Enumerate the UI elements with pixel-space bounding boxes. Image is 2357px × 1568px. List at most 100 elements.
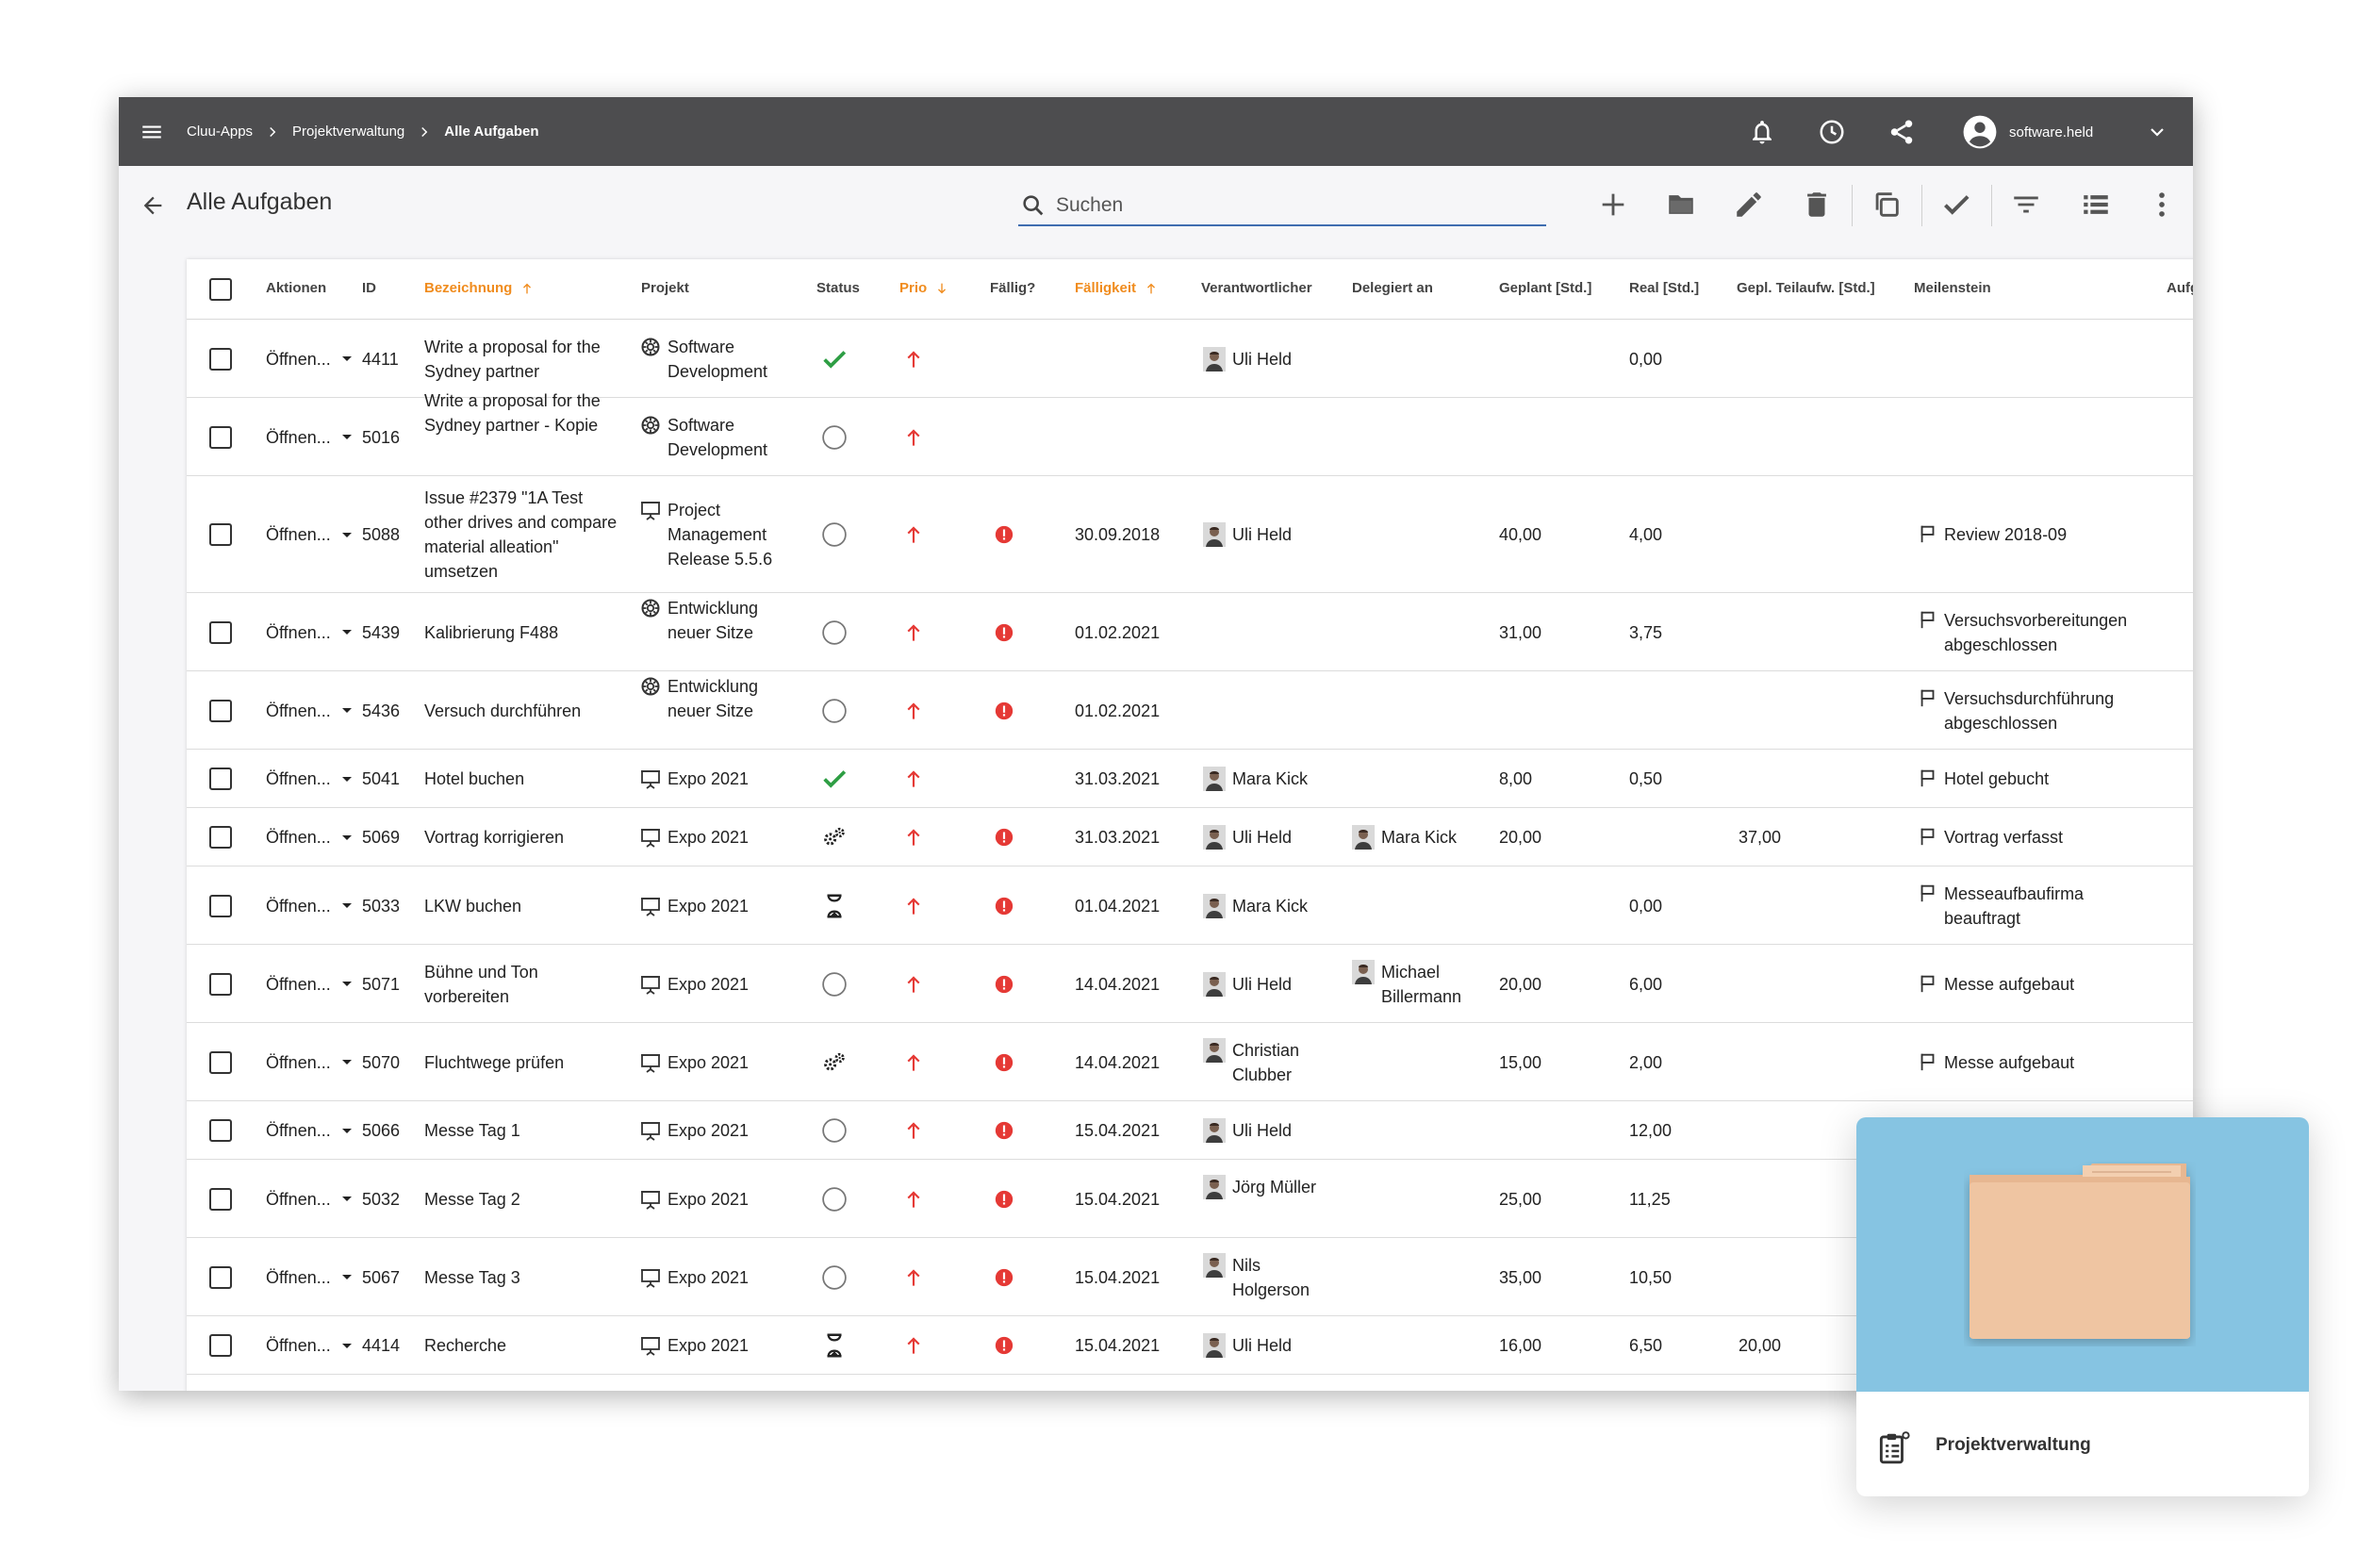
task-name[interactable]: Messe Tag 1: [424, 1118, 622, 1143]
milestone[interactable]: Review 2018-09: [1918, 522, 2163, 547]
project-cell[interactable]: Expo 2021: [639, 894, 790, 918]
column-header-aktionen[interactable]: Aktionen: [266, 280, 326, 296]
row-actions-dropdown[interactable]: Öffnen...: [266, 1118, 352, 1143]
column-header-verantwortlicher[interactable]: Verantwortlicher: [1201, 280, 1312, 296]
clock-icon[interactable]: [1818, 118, 1846, 146]
row-actions-dropdown[interactable]: Öffnen...: [266, 347, 352, 371]
table-row[interactable]: Öffnen... 5439 Kalibrierung F488 Entwicklun…: [187, 593, 2193, 671]
task-name[interactable]: LKW buchen: [424, 894, 622, 918]
column-header-projekt[interactable]: Projekt: [641, 280, 689, 296]
column-header-faellig[interactable]: Fällig?: [990, 280, 1035, 296]
row-checkbox[interactable]: [209, 767, 232, 790]
project-cell[interactable]: Expo 2021: [639, 1118, 790, 1143]
project-cell[interactable]: Expo 2021: [639, 825, 790, 850]
chevron-down-icon[interactable]: [2146, 121, 2168, 143]
responsible-person[interactable]: Uli Held: [1203, 1333, 1344, 1358]
row-actions-dropdown[interactable]: Öffnen...: [266, 894, 352, 918]
breadcrumb-item-projektverwaltung[interactable]: Projektverwaltung: [292, 124, 404, 140]
column-header-geplant[interactable]: Geplant [Std.]: [1499, 280, 1591, 296]
row-checkbox[interactable]: [209, 826, 232, 849]
row-actions-dropdown[interactable]: Öffnen...: [266, 522, 352, 547]
project-cell[interactable]: Expo 2021: [639, 1050, 790, 1075]
row-actions-dropdown[interactable]: Öffnen...: [266, 1265, 352, 1290]
row-checkbox[interactable]: [209, 347, 232, 371]
project-cell[interactable]: Entwicklung neuer Sitze: [639, 596, 790, 645]
row-checkbox[interactable]: [209, 699, 232, 722]
edit-icon[interactable]: [1733, 189, 1765, 221]
add-icon[interactable]: [1597, 189, 1629, 221]
table-row[interactable]: Öffnen... 4411 Write a proposal for the Sy…: [187, 320, 2193, 398]
table-row[interactable]: Öffnen... 5436 Versuch durchführen Entwickl…: [187, 671, 2193, 750]
table-row[interactable]: Öffnen... 5071 Bühne und Ton vorbereiten Ex…: [187, 945, 2193, 1023]
menu-icon[interactable]: [140, 120, 164, 144]
milestone[interactable]: Versuchsvorbereitungen abgeschlossen: [1918, 608, 2163, 657]
row-actions-dropdown[interactable]: Öffnen...: [266, 1333, 352, 1358]
share-icon[interactable]: [1887, 118, 1916, 146]
row-checkbox[interactable]: [209, 425, 232, 449]
responsible-person[interactable]: Uli Held: [1203, 346, 1344, 371]
project-cell[interactable]: Expo 2021: [639, 767, 790, 791]
project-cell[interactable]: Expo 2021: [639, 1187, 790, 1212]
app-card-projektverwaltung[interactable]: Projektverwaltung: [1856, 1117, 2309, 1496]
column-header-meilenstein[interactable]: Meilenstein: [1914, 280, 1991, 296]
responsible-person[interactable]: Mara Kick: [1203, 767, 1344, 791]
column-header-status[interactable]: Status: [816, 280, 860, 296]
milestone[interactable]: Messe aufgebaut: [1918, 972, 2163, 997]
copy-icon[interactable]: [1871, 189, 1903, 221]
responsible-person[interactable]: Jörg Müller: [1203, 1174, 1344, 1199]
column-header-prio[interactable]: Prio: [899, 280, 949, 296]
column-header-faelligkeit[interactable]: Fälligkeit: [1075, 280, 1159, 296]
project-cell[interactable]: Expo 2021: [639, 1265, 790, 1290]
row-checkbox[interactable]: [209, 620, 232, 644]
responsible-person[interactable]: Uli Held: [1203, 1118, 1344, 1143]
row-actions-dropdown[interactable]: Öffnen...: [266, 767, 352, 791]
row-actions-dropdown[interactable]: Öffnen...: [266, 699, 352, 723]
bell-icon[interactable]: [1748, 118, 1776, 146]
row-checkbox[interactable]: [209, 1187, 232, 1211]
task-name[interactable]: Vortrag korrigieren: [424, 825, 622, 850]
column-header-aufgabe[interactable]: Aufg: [2167, 280, 2193, 296]
project-cell[interactable]: Software Development: [639, 413, 790, 462]
row-checkbox[interactable]: [209, 1119, 232, 1142]
row-checkbox[interactable]: [209, 1050, 232, 1074]
column-header-delegiert-an[interactable]: Delegiert an: [1352, 280, 1433, 296]
more-vert-icon[interactable]: [2146, 189, 2178, 221]
project-cell[interactable]: Project Management Release 5.5.6: [639, 498, 790, 571]
row-actions-dropdown[interactable]: Öffnen...: [266, 620, 352, 645]
responsible-person[interactable]: Uli Held: [1203, 825, 1344, 850]
back-arrow-icon[interactable]: [140, 192, 166, 219]
row-actions-dropdown[interactable]: Öffnen...: [266, 425, 352, 450]
table-row[interactable]: Öffnen... 5069 Vortrag korrigieren Expo 202…: [187, 808, 2193, 867]
responsible-person[interactable]: Nils Holgerson: [1203, 1252, 1344, 1302]
row-checkbox[interactable]: [209, 894, 232, 917]
project-cell[interactable]: Expo 2021: [639, 972, 790, 997]
responsible-person[interactable]: Mara Kick: [1203, 893, 1344, 918]
breadcrumb-item-cluu-apps[interactable]: Cluu-Apps: [187, 124, 253, 140]
row-checkbox[interactable]: [209, 972, 232, 996]
table-row[interactable]: Öffnen... 5070 Fluchtwege prüfen Expo 2021 1…: [187, 1023, 2193, 1101]
table-row[interactable]: Öffnen... 5016 Write a proposal for the Sy…: [187, 391, 2193, 476]
task-name[interactable]: Kalibrierung F488: [424, 620, 622, 645]
row-actions-dropdown[interactable]: Öffnen...: [266, 825, 352, 850]
milestone[interactable]: Hotel gebucht: [1918, 767, 2163, 791]
delegated-person[interactable]: Mara Kick: [1352, 825, 1493, 850]
row-checkbox[interactable]: [209, 1265, 232, 1289]
milestone[interactable]: Vortrag verfasst: [1918, 825, 2163, 850]
responsible-person[interactable]: Uli Held: [1203, 522, 1344, 547]
project-cell[interactable]: Entwicklung neuer Sitze: [639, 674, 790, 723]
responsible-person[interactable]: Christian Clubber: [1203, 1037, 1344, 1087]
task-name[interactable]: Messe Tag 3: [424, 1265, 622, 1290]
task-name[interactable]: Fluchtwege prüfen: [424, 1050, 622, 1075]
task-name[interactable]: Write a proposal for the Sydney partner …: [424, 388, 622, 437]
column-header-bezeichnung[interactable]: Bezeichnung: [424, 280, 535, 296]
task-name[interactable]: Hotel buchen: [424, 767, 622, 791]
project-cell[interactable]: Expo 2021: [639, 1333, 790, 1358]
select-all-checkbox[interactable]: [209, 278, 232, 301]
list-view-icon[interactable]: [2080, 189, 2112, 221]
user-menu[interactable]: software.held: [1962, 111, 2168, 153]
table-row[interactable]: Öffnen... 5088 Issue #2379 "1A Test other …: [187, 476, 2193, 593]
filter-icon[interactable]: [2010, 189, 2042, 221]
search-input[interactable]: [1056, 190, 1537, 221]
milestone[interactable]: Messe aufgebaut: [1918, 1050, 2163, 1075]
table-row[interactable]: Öffnen... 5033 LKW buchen Expo 2021 01.04.20…: [187, 867, 2193, 945]
